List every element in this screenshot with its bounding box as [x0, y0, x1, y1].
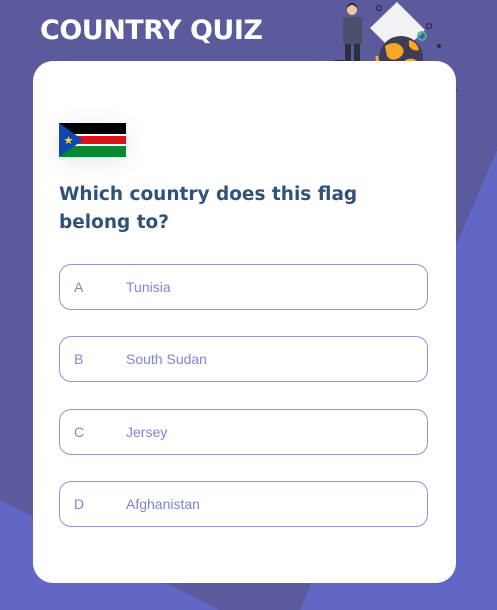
answer-option-d[interactable]: D Afghanistan — [59, 481, 428, 527]
question-text: Which country does this flag belong to? — [59, 184, 358, 233]
option-letter: B — [74, 351, 84, 367]
app-title: COUNTRY QUIZ — [40, 15, 263, 46]
option-label: Tunisia — [126, 279, 171, 295]
option-letter: A — [74, 279, 84, 295]
answer-option-c[interactable]: C Jersey — [59, 409, 428, 455]
south-sudan-flag-icon — [59, 123, 126, 157]
question-flag — [59, 123, 126, 157]
option-label: Afghanistan — [126, 496, 200, 512]
answer-option-b[interactable]: B South Sudan — [59, 336, 428, 382]
option-label: South Sudan — [126, 351, 207, 367]
option-letter: C — [74, 424, 85, 440]
answer-option-a[interactable]: A Tunisia — [59, 264, 428, 310]
option-letter: D — [74, 496, 85, 512]
option-label: Jersey — [126, 424, 168, 440]
